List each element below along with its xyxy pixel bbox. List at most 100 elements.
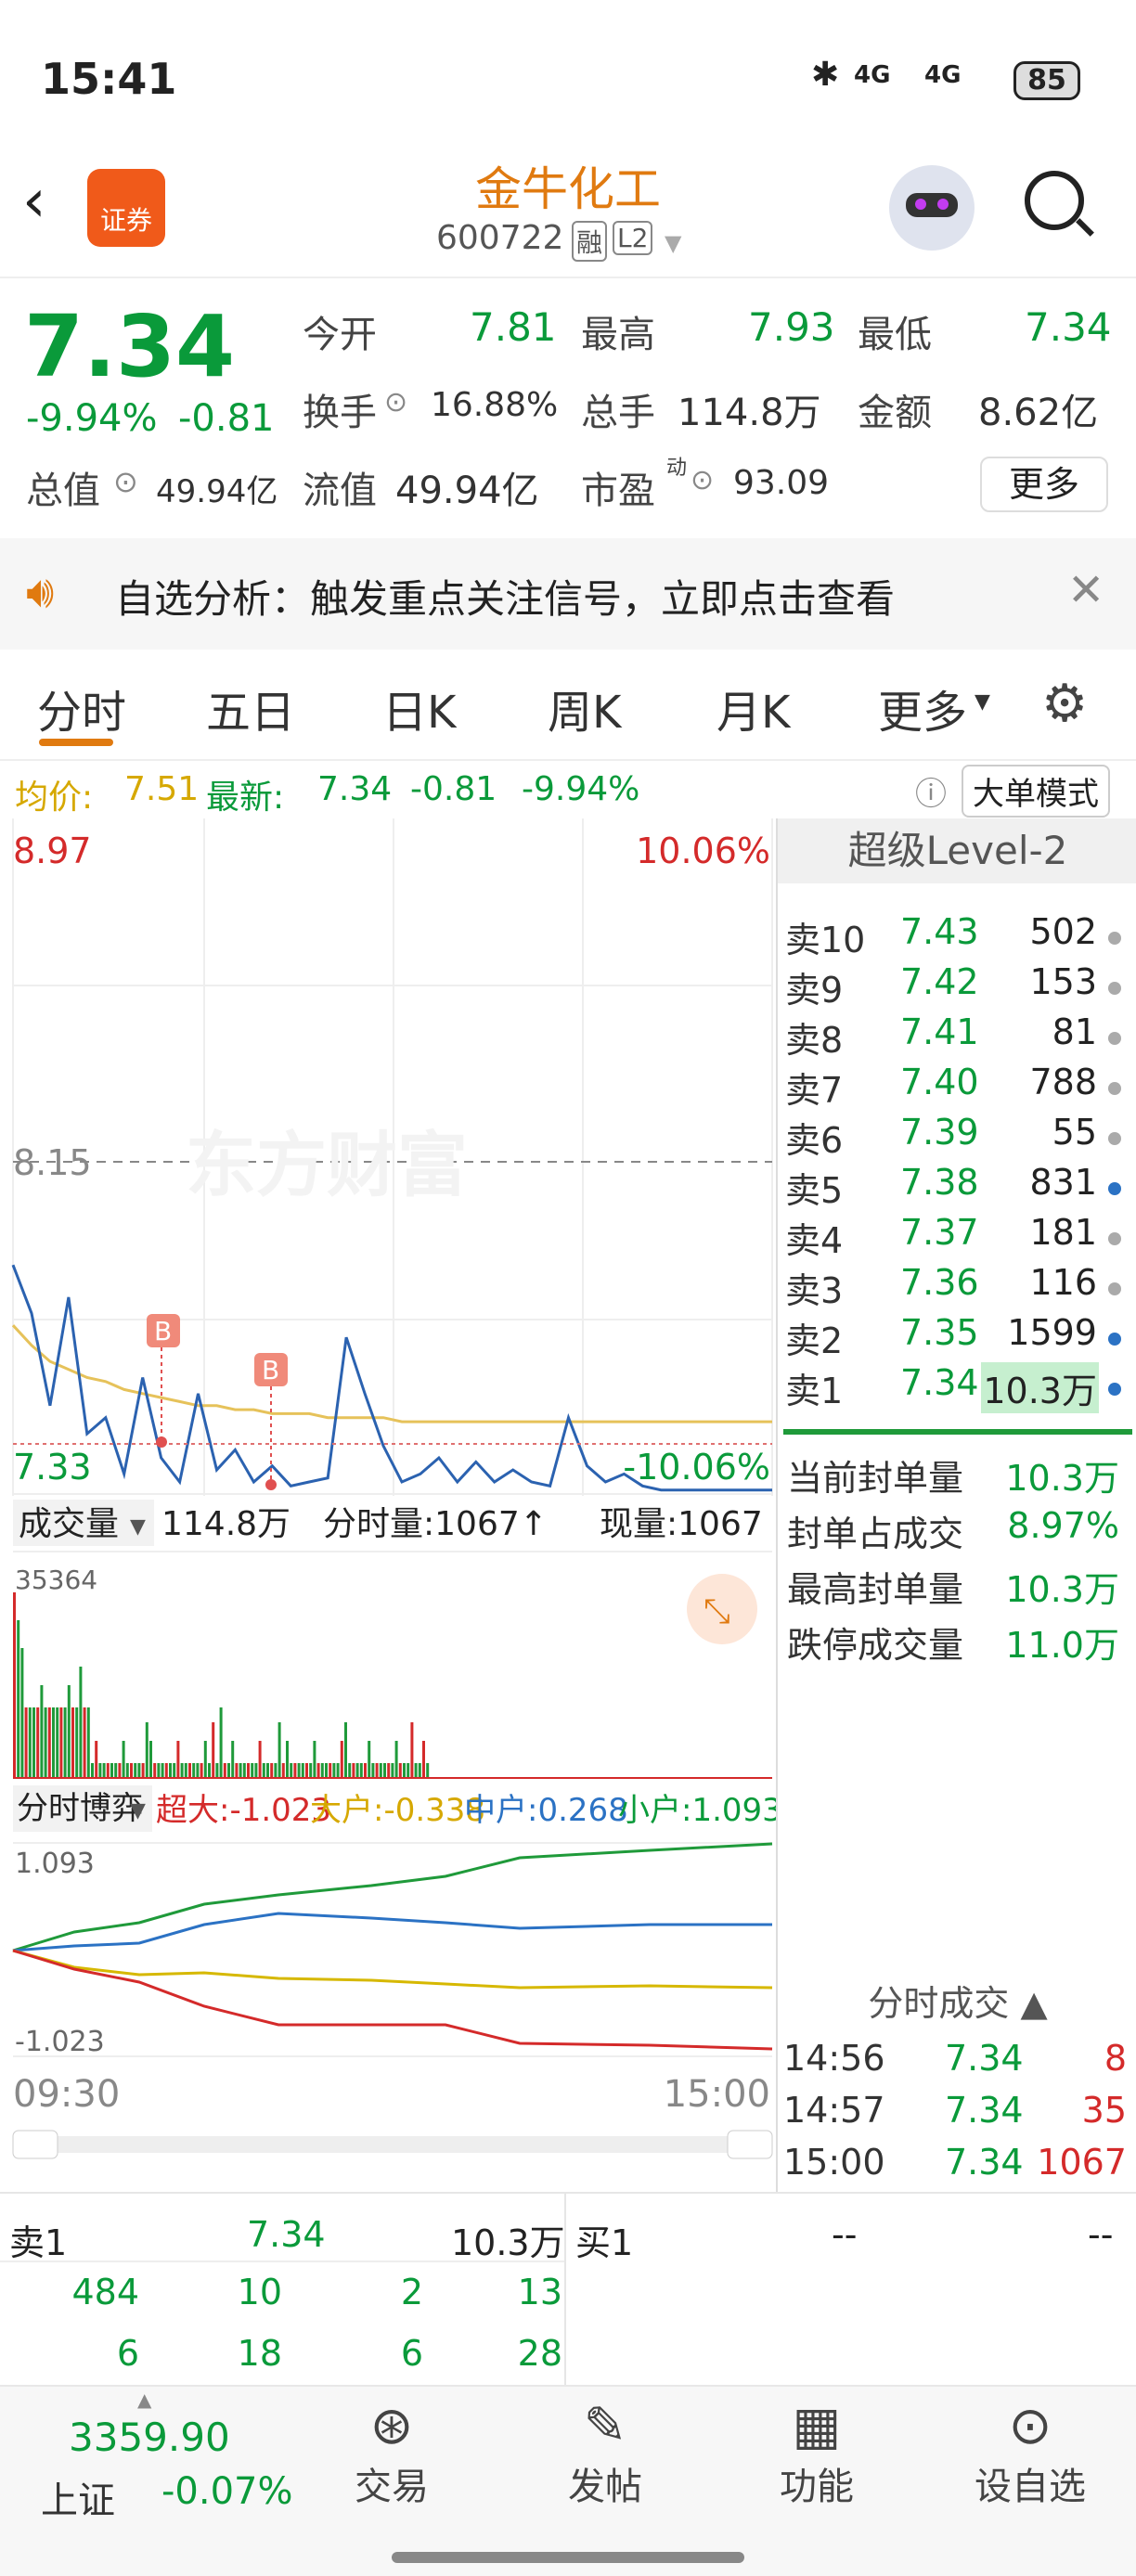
nav-function[interactable]: ▦ 功能 xyxy=(752,2396,882,2510)
volume-bar xyxy=(44,1707,47,1778)
notice-text: 自选分析：触发重点关注信号，立即点击查看 xyxy=(115,576,896,622)
seal-stat-row: 封单占成交 8.97% xyxy=(787,1505,1130,1557)
tab-daily[interactable]: 日K xyxy=(382,676,456,741)
more-dots-icon: ⊙ xyxy=(1008,2396,1052,2456)
notice-bar[interactable]: 🔊︎ 自选分析：触发重点关注信号，立即点击查看 ✕ xyxy=(0,538,1136,650)
tab-5day[interactable]: 五日 xyxy=(206,676,295,741)
ask-row[interactable]: 卖7 7.40 788 xyxy=(780,1062,1136,1112)
volume-bar xyxy=(297,1763,301,1778)
volume-bar xyxy=(301,1763,304,1778)
chg-value: -0.81 xyxy=(410,770,497,808)
volume-bar xyxy=(340,1741,343,1778)
volume-bar xyxy=(223,1763,226,1778)
chevron-down-icon[interactable]: ▼ xyxy=(665,230,681,256)
tab-monthly[interactable]: 月K xyxy=(716,676,790,741)
info-icon[interactable]: ⊙ xyxy=(691,464,714,496)
clock: 15:41 xyxy=(41,54,177,104)
pe-label: 市盈 xyxy=(581,470,655,512)
volume-bar xyxy=(332,1763,336,1778)
ask-row[interactable]: 卖5 7.38 831 xyxy=(780,1162,1136,1212)
ask-row[interactable]: 卖10 7.43 502 xyxy=(780,911,1136,961)
ask-price: 7.41 xyxy=(900,1011,979,1052)
queue-order-size: 18 xyxy=(237,2333,282,2374)
index-ticker[interactable]: ▲ 3359.90 上证 -0.07% xyxy=(9,2387,293,2572)
stat-label: 封单占成交 xyxy=(787,1513,964,1554)
time-start: 09:30 xyxy=(13,2073,120,2116)
flow-big: 大户:-0.338 xyxy=(310,1792,485,1829)
flow-selector[interactable]: 分时博弈 xyxy=(17,1790,143,1827)
scroll-handle-right[interactable] xyxy=(727,2130,773,2159)
volume-bar xyxy=(329,1763,332,1778)
volume-bar xyxy=(184,1763,187,1778)
big-order-mode-button[interactable]: 大单模式 xyxy=(962,765,1110,818)
volume-bar xyxy=(20,1648,24,1778)
tab-intraday[interactable]: 分时 xyxy=(37,676,126,741)
time-scrollbar[interactable] xyxy=(13,2136,772,2153)
order-dot-icon xyxy=(1108,1082,1121,1095)
order-dot-icon xyxy=(1108,932,1121,945)
total-cap: 49.94亿 xyxy=(156,473,278,510)
ask-row[interactable]: 卖4 7.37 181 xyxy=(780,1212,1136,1262)
volume-bar xyxy=(313,1741,316,1778)
volume-bar xyxy=(164,1763,168,1778)
stat-value: 10.3万 xyxy=(1005,1569,1119,1610)
last-value: 7.34 xyxy=(317,770,393,808)
level2-title[interactable]: 超级Level-2 xyxy=(778,818,1136,883)
order-dot-icon xyxy=(1108,982,1121,995)
more-button[interactable]: 更多 xyxy=(980,457,1108,512)
ask-level: 卖5 xyxy=(785,1170,844,1211)
gear-icon[interactable]: ⚙ xyxy=(1041,674,1088,734)
stat-value: 10.3万 xyxy=(1005,1458,1119,1499)
queue-order-size: 484 xyxy=(71,2272,139,2312)
info-icon[interactable]: ⊙ xyxy=(113,464,138,499)
avg-label: 均价: xyxy=(15,779,94,817)
volume-bar xyxy=(130,1763,133,1778)
help-icon[interactable]: ⓘ xyxy=(915,768,947,814)
volume-bar xyxy=(309,1763,313,1778)
ask-row[interactable]: 卖6 7.39 55 xyxy=(780,1112,1136,1162)
trades-header[interactable]: 分时成交 ▲ xyxy=(778,1975,1136,2030)
ask-row[interactable]: 卖3 7.36 116 xyxy=(780,1262,1136,1312)
nav-post[interactable]: ✎ 发帖 xyxy=(540,2396,670,2510)
volume-bar xyxy=(86,1707,90,1778)
trades-title: 分时成交 xyxy=(868,1983,1010,2024)
volume-bar xyxy=(407,1763,410,1778)
l2-tag: L2 xyxy=(613,221,653,255)
robot-avatar-icon[interactable] xyxy=(889,165,975,251)
volume-bar xyxy=(371,1763,375,1778)
ask-price: 7.42 xyxy=(900,961,979,1002)
volume-selector[interactable]: 成交量 xyxy=(19,1505,119,1543)
volume-bar xyxy=(47,1707,51,1778)
volume-bar xyxy=(247,1763,250,1778)
trade-price: 7.34 xyxy=(945,2142,1024,2183)
ask-row[interactable]: 卖2 7.35 1599 xyxy=(780,1312,1136,1362)
volume-bar xyxy=(180,1763,184,1778)
ask-price: 7.35 xyxy=(900,1312,979,1353)
volume-max-label: 35364 xyxy=(15,1565,97,1595)
scroll-handle-left[interactable] xyxy=(12,2130,58,2159)
search-icon[interactable] xyxy=(1025,171,1094,237)
pct-bot-label: -10.06% xyxy=(623,1447,770,1488)
nav-add-favorite[interactable]: ⊙ 设自选 xyxy=(965,2396,1095,2510)
tab-more[interactable]: 更多 xyxy=(878,676,967,741)
buy-marker-1[interactable]: B xyxy=(147,1314,180,1448)
ask-row[interactable]: 卖1 7.34 10.3万 xyxy=(780,1362,1136,1413)
nav-trade[interactable]: ⊛ 交易 xyxy=(327,2396,457,2510)
tick-volume: 分时量:1067↑ xyxy=(323,1505,548,1543)
buy-marker-2[interactable]: B xyxy=(254,1353,288,1490)
queue-bid-price: -- xyxy=(832,2214,858,2255)
volume-bar xyxy=(192,1763,196,1778)
ask-price: 7.36 xyxy=(900,1262,979,1303)
volume-bar xyxy=(83,1707,86,1778)
ask-level: 卖9 xyxy=(785,970,844,1011)
close-icon[interactable]: ✕ xyxy=(1067,564,1104,616)
trade-row: 15:00 7.34 1067 xyxy=(783,2142,1130,2192)
volume-bar xyxy=(28,1707,32,1778)
info-icon[interactable]: ⊙ xyxy=(384,386,407,419)
volume-bar xyxy=(231,1741,235,1778)
tab-weekly[interactable]: 周K xyxy=(548,676,621,741)
ask-row[interactable]: 卖8 7.41 81 xyxy=(780,1011,1136,1062)
stock-header: ‹ 证券 金牛化工 600722 融 L2 ▼ xyxy=(0,148,1136,278)
volume-bar xyxy=(212,1722,215,1778)
ask-row[interactable]: 卖9 7.42 153 xyxy=(780,961,1136,1011)
